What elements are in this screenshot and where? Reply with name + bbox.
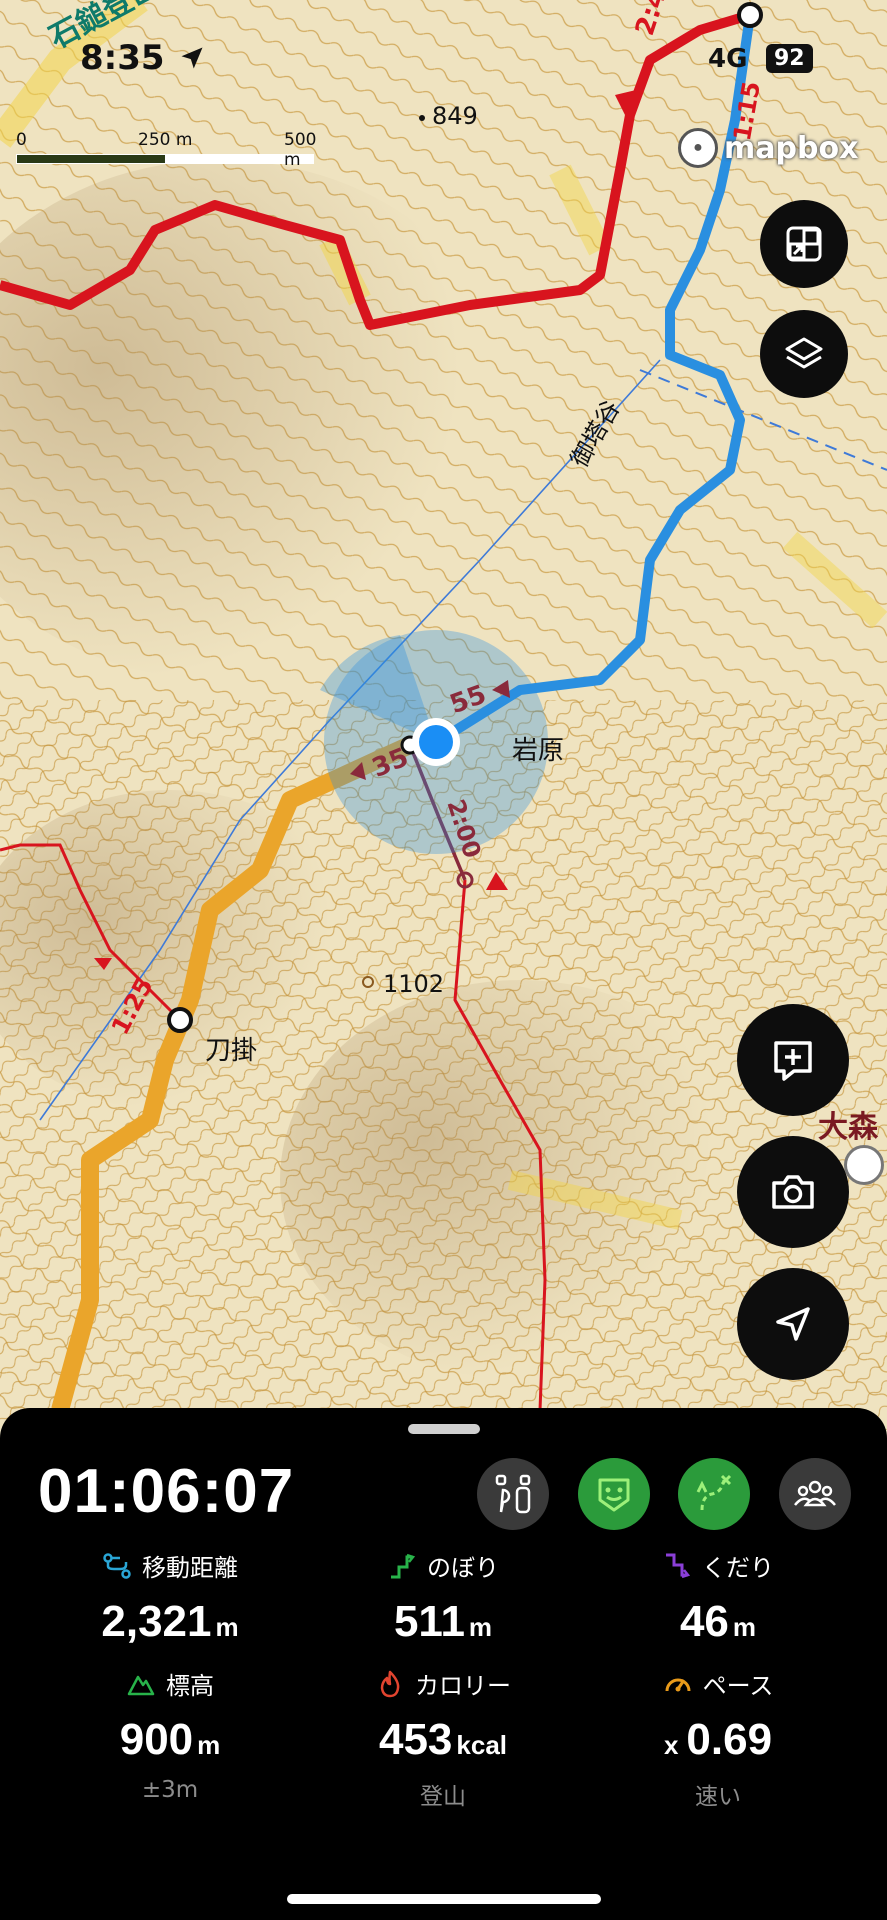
route-nav-icon [696, 1474, 732, 1511]
camera-icon [772, 1175, 814, 1209]
mapbox-attribution[interactable]: ● mapbox [678, 128, 858, 168]
stat-elevation: 標高 900 m ±3m [30, 1666, 310, 1803]
camera-button[interactable] [737, 1136, 849, 1248]
trail-markers-icon [495, 1474, 531, 1514]
omori-label: 大森 [818, 1110, 878, 1145]
stat-distance: 移動距離 2,321 m [30, 1548, 310, 1647]
descent-value: 46 [679, 1597, 729, 1646]
scale-tick-500: 500 m [284, 130, 317, 170]
mapbox-text: mapbox [724, 130, 859, 166]
pace-rating: 速い [695, 1784, 741, 1810]
flame-icon [380, 1670, 400, 1697]
peak-marker-icon[interactable] [844, 1145, 884, 1185]
distance-icon [103, 1552, 131, 1579]
calories-value: 453 [378, 1715, 453, 1764]
spot-height-849-label: 849 [432, 102, 478, 130]
ascent-unit: m [468, 1612, 493, 1642]
locate-button[interactable] [737, 1268, 849, 1380]
descent-icon [666, 1553, 691, 1578]
add-note-icon [774, 1041, 812, 1081]
descent-unit: m [732, 1612, 757, 1642]
elevation-label: 標高 [166, 1672, 214, 1700]
network-indicator: 4G [708, 44, 748, 74]
location-arrow-icon [181, 47, 203, 69]
shield-face-button[interactable] [578, 1458, 650, 1530]
pace-value: 0.69 [686, 1715, 773, 1764]
mapbox-logo-icon: ● [678, 128, 718, 168]
elevation-value: 900 [119, 1715, 194, 1764]
mountain-icon [127, 1675, 155, 1695]
calories-activity: 登山 [420, 1784, 466, 1810]
group-icon [794, 1480, 836, 1507]
speedometer-icon [665, 1678, 691, 1691]
ascent-label: のぼり [427, 1554, 499, 1582]
spot-height-1102-label: 1102 [383, 970, 445, 998]
scale-tick-250: 250 m [138, 130, 193, 150]
map-view[interactable]: 石鎚登山 849 1102 岩原 御塔谷 刀掛 大森 2:40 1:15 55 … [0, 0, 887, 1430]
battery-indicator: 92 [766, 44, 813, 73]
layers-button[interactable] [760, 310, 848, 398]
distance-unit: m [215, 1612, 239, 1642]
elapsed-time: 01:06:07 [38, 1457, 295, 1526]
collapse-icon [786, 226, 822, 262]
route-nav-button[interactable] [678, 1458, 750, 1530]
collapse-button[interactable] [760, 200, 848, 288]
panel-grabber[interactable] [408, 1424, 480, 1434]
ascent-icon [391, 1553, 416, 1578]
calories-label: カロリー [415, 1672, 511, 1700]
scale-bar-graphic [16, 154, 314, 164]
stat-descent: くだり 46 m [578, 1548, 858, 1647]
ascent-value: 511 [393, 1597, 465, 1646]
shield-face-icon [598, 1478, 630, 1512]
scale-bar: 0 250 m 500 m [16, 130, 316, 170]
status-time: 8:35 [80, 38, 165, 78]
scale-tick-0: 0 [16, 130, 27, 150]
pace-prefix: x [663, 1730, 679, 1760]
locate-arrow-icon [776, 1307, 810, 1341]
layers-icon [785, 337, 823, 369]
distance-label: 移動距離 [142, 1554, 238, 1582]
home-indicator[interactable] [287, 1894, 601, 1904]
stat-pace: ペース x 0.69 速い [578, 1666, 858, 1811]
iwahara-label: 岩原 [512, 736, 565, 766]
calories-unit: kcal [456, 1730, 508, 1760]
distance-value: 2,321 [101, 1597, 212, 1646]
group-button[interactable] [779, 1458, 851, 1530]
elevation-accuracy: ±3m [141, 1777, 199, 1803]
elevation-unit: m [197, 1730, 221, 1760]
pace-label: ペース [702, 1672, 774, 1700]
add-note-button[interactable] [737, 1004, 849, 1116]
stat-ascent: のぼり 511 m [303, 1548, 583, 1647]
tachikake-label: 刀掛 [205, 1036, 258, 1066]
descent-label: くだり [702, 1554, 774, 1582]
stat-calories: カロリー 453 kcal 登山 [303, 1666, 583, 1811]
trail-markers-button[interactable] [477, 1458, 549, 1530]
tracking-panel[interactable]: 01:06:07 移動距離 2,321 m のぼり 511 m くだり 46 m… [0, 1408, 887, 1920]
